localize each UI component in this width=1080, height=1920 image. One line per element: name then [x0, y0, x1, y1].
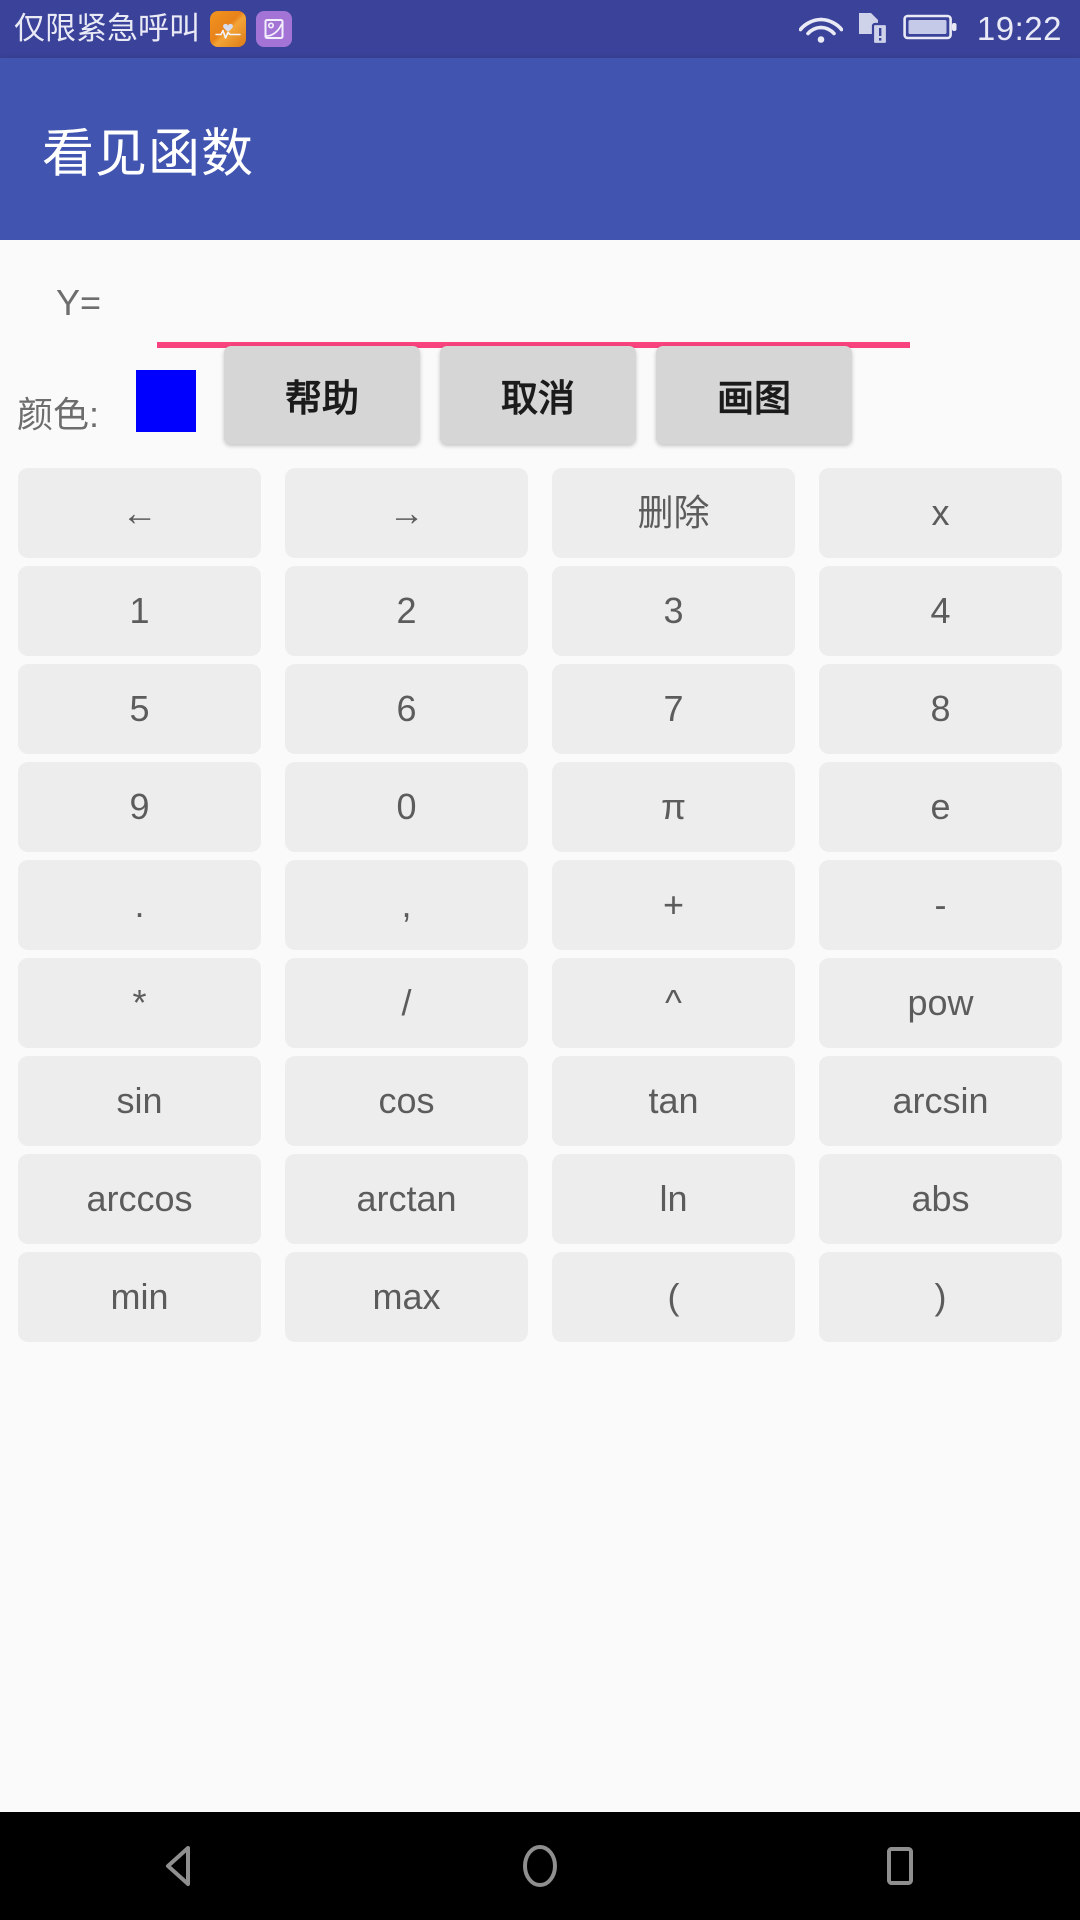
android-navigation-bar: [0, 1812, 1080, 1920]
system-status-icons: 19:22: [798, 0, 1062, 58]
color-and-actions-row: 颜色: 帮助 取消 画图: [0, 346, 1080, 456]
key-min[interactable]: min: [18, 1252, 261, 1342]
key-divide[interactable]: /: [285, 958, 528, 1048]
status-bar-clock: 19:22: [976, 10, 1062, 47]
key-7[interactable]: 7: [552, 664, 795, 754]
wifi-icon: [798, 9, 844, 50]
key-e[interactable]: e: [819, 762, 1062, 852]
help-button[interactable]: 帮助: [224, 346, 420, 444]
key-abs[interactable]: abs: [819, 1154, 1062, 1244]
photo-gallery-app-icon: [256, 11, 292, 47]
key-pi[interactable]: π: [552, 762, 795, 852]
key-1[interactable]: 1: [18, 566, 261, 656]
key-arrow-left[interactable]: ←: [18, 468, 261, 558]
key-5[interactable]: 5: [18, 664, 261, 754]
color-swatch-button[interactable]: [136, 370, 196, 432]
key-arcsin[interactable]: arcsin: [819, 1056, 1062, 1146]
key-8[interactable]: 8: [819, 664, 1062, 754]
heart-rate-app-icon: [210, 11, 246, 47]
key-paren-open[interactable]: (: [552, 1252, 795, 1342]
key-0[interactable]: 0: [285, 762, 528, 852]
app-bar: 看见函数: [0, 58, 1080, 240]
keypad: ← → 删除 x 1 2 3 4 5 6 7 8 9 0 π e . , + -…: [0, 468, 1080, 1350]
keypad-row: . , + -: [0, 860, 1080, 950]
key-delete[interactable]: 删除: [552, 468, 795, 558]
no-sim-card-icon: [856, 8, 890, 51]
key-max[interactable]: max: [285, 1252, 528, 1342]
carrier-label: 仅限紧急呼叫: [14, 11, 200, 46]
page-title: 看见函数: [42, 125, 255, 184]
formula-input[interactable]: [157, 268, 910, 348]
key-4[interactable]: 4: [819, 566, 1062, 656]
back-icon[interactable]: [100, 1812, 260, 1920]
keypad-row: arccos arctan ln abs: [0, 1154, 1080, 1244]
formula-row: Y=: [0, 260, 1080, 360]
key-arctan[interactable]: arctan: [285, 1154, 528, 1244]
key-caret[interactable]: ^: [552, 958, 795, 1048]
key-arrow-right[interactable]: →: [285, 468, 528, 558]
keypad-row: sin cos tan arcsin: [0, 1056, 1080, 1146]
draw-button[interactable]: 画图: [656, 346, 852, 444]
recents-icon[interactable]: [820, 1812, 980, 1920]
key-plus[interactable]: +: [552, 860, 795, 950]
key-sin[interactable]: sin: [18, 1056, 261, 1146]
battery-icon: [903, 11, 959, 48]
cancel-button[interactable]: 取消: [440, 346, 636, 444]
key-ln[interactable]: ln: [552, 1154, 795, 1244]
keypad-row: 1 2 3 4: [0, 566, 1080, 656]
key-arccos[interactable]: arccos: [18, 1154, 261, 1244]
key-cos[interactable]: cos: [285, 1056, 528, 1146]
keypad-row: min max ( ): [0, 1252, 1080, 1342]
keypad-row: 9 0 π e: [0, 762, 1080, 852]
key-minus[interactable]: -: [819, 860, 1062, 950]
key-dot[interactable]: .: [18, 860, 261, 950]
key-paren-close[interactable]: ): [819, 1252, 1062, 1342]
main-content: Y= 颜色: 帮助 取消 画图 ← → 删除 x 1 2 3 4 5 6 7 8…: [0, 240, 1080, 1812]
key-multiply[interactable]: *: [18, 958, 261, 1048]
keypad-row: ← → 删除 x: [0, 468, 1080, 558]
app-root: 仅限紧急呼叫 19:22 看见函数 Y= 颜色: 帮助 取消 画图 ← → 删除…: [0, 0, 1080, 1920]
key-6[interactable]: 6: [285, 664, 528, 754]
color-label: 颜色:: [17, 394, 100, 435]
key-comma[interactable]: ,: [285, 860, 528, 950]
notification-icons: [210, 11, 292, 47]
key-2[interactable]: 2: [285, 566, 528, 656]
keypad-row: * / ^ pow: [0, 958, 1080, 1048]
key-3[interactable]: 3: [552, 566, 795, 656]
key-pow[interactable]: pow: [819, 958, 1062, 1048]
key-tan[interactable]: tan: [552, 1056, 795, 1146]
status-bar: 仅限紧急呼叫 19:22: [0, 0, 1080, 58]
keypad-row: 5 6 7 8: [0, 664, 1080, 754]
key-x[interactable]: x: [819, 468, 1062, 558]
formula-label: Y=: [56, 282, 102, 323]
key-9[interactable]: 9: [18, 762, 261, 852]
home-icon[interactable]: [460, 1812, 620, 1920]
